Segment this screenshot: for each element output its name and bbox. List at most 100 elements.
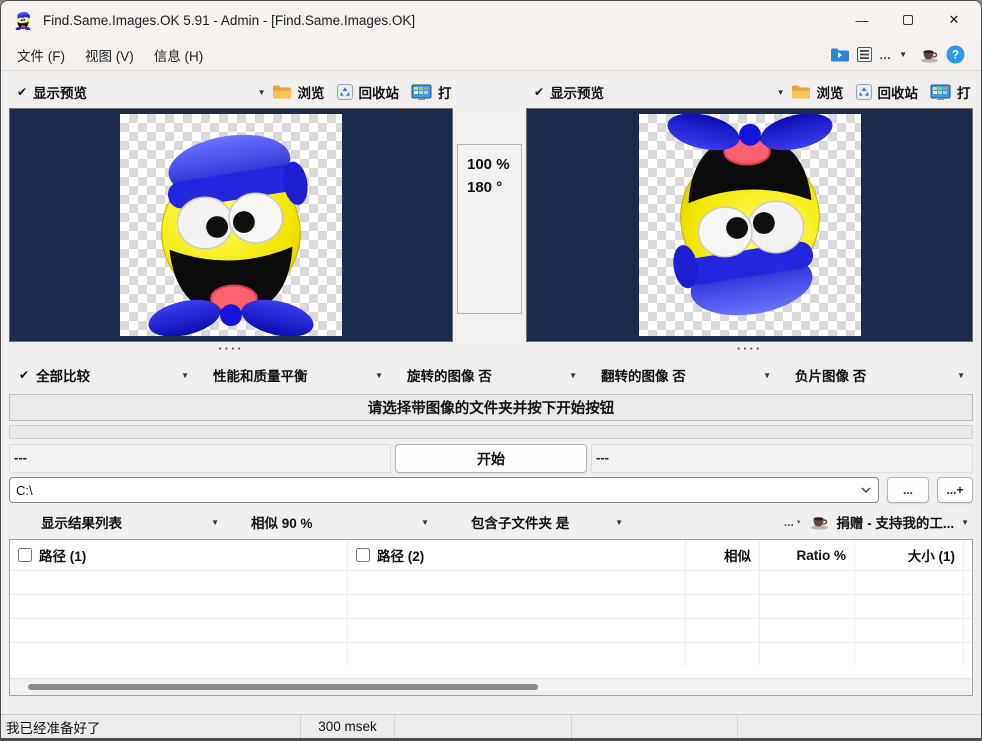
preview-panel-right[interactable] [526, 108, 973, 342]
list-icon[interactable] [857, 47, 872, 62]
menubar: 文件 (F) 视图 (V) 信息 (H) … ▼ ? [1, 39, 981, 71]
splitter-grip-left[interactable]: ···· [9, 342, 453, 359]
open-viewer-icon[interactable] [411, 84, 432, 101]
recycle-bin-icon[interactable] [337, 84, 353, 100]
check-icon[interactable]: ✔ [534, 85, 544, 99]
dropdown-flipped-images[interactable]: 翻转的图像 否 ▼ [591, 362, 779, 388]
zoom-value: 100 % [467, 153, 521, 176]
show-preview-right-dropdown-icon[interactable]: ▼ [777, 88, 785, 97]
recycle-bin-icon[interactable] [856, 84, 872, 100]
browse-right-button[interactable]: 浏览 [817, 82, 844, 102]
chevron-down-icon[interactable] [860, 486, 872, 494]
chevron-down-icon: ▼ [763, 371, 771, 380]
show-preview-left-dropdown-icon[interactable]: ▼ [258, 88, 266, 97]
more-label: ... [784, 515, 794, 529]
maximize-icon [903, 15, 913, 25]
select-all-path2-checkbox[interactable] [356, 548, 370, 562]
status-cell [572, 715, 738, 738]
table-body [10, 570, 972, 678]
add-path-button[interactable]: ...+ [937, 477, 973, 503]
path-combobox[interactable] [9, 477, 879, 503]
dropdown-negative-images[interactable]: 负片图像 否 ▼ [785, 362, 973, 388]
open-right-button[interactable]: 打 [957, 86, 971, 101]
close-button[interactable]: ✕ [931, 4, 977, 36]
statusbar: 我已经准备好了 300 msek [1, 714, 981, 738]
zoom-rotation-panel: 100 % 180 ° [457, 144, 522, 314]
header-path1[interactable]: 路径 (1) [10, 540, 348, 570]
open-left-button[interactable]: 打 [438, 86, 452, 101]
dropdown-rotated-images[interactable]: 旋转的图像 否 ▼ [397, 362, 585, 388]
help-icon[interactable]: ? [946, 45, 965, 64]
chevron-down-icon: ▼ [211, 518, 219, 527]
header-ratio[interactable]: Ratio % [760, 540, 855, 570]
dropdown-compare-all[interactable]: ✔ 全部比较 ▼ [9, 362, 197, 388]
header-label: 路径 (2) [377, 545, 424, 565]
folder-open-icon[interactable] [830, 47, 850, 63]
show-preview-right-label[interactable]: 显示预览 [550, 82, 604, 102]
start-button[interactable]: 开始 [395, 444, 587, 473]
browse-folder-icon[interactable] [791, 84, 811, 100]
dropdown-label: 全部比较 [36, 365, 90, 385]
compare-options-row: ✔ 全部比较 ▼ 性能和质量平衡 ▼ 旋转的图像 否 ▼ 翻转的图像 否 ▼ 负… [9, 359, 973, 391]
recycle-bin-left-button[interactable]: 回收站 [359, 82, 400, 102]
main-content: ✔ 显示预览 ▼ 浏览 回收站 打 ✔ 显示预览 [1, 71, 981, 714]
browse-left-button[interactable]: 浏览 [298, 82, 325, 102]
check-icon[interactable]: ✔ [17, 85, 27, 99]
recycle-bin-right-button[interactable]: 回收站 [878, 82, 919, 102]
message-bar: 请选择带图像的文件夹并按下开始按钮 [9, 394, 973, 421]
chevron-down-icon[interactable]: ▼ [899, 50, 907, 59]
scrollbar-thumb[interactable] [28, 684, 538, 690]
menu-file[interactable]: 文件 (F) [7, 41, 75, 69]
header-size1[interactable]: 大小 (1) [855, 540, 964, 570]
dropdown-quality-balance[interactable]: 性能和质量平衡 ▼ [203, 362, 391, 388]
table-header: 路径 (1) 路径 (2) 相似 Ratio % 大小 (1) [10, 540, 972, 570]
table-row [10, 594, 972, 618]
chevron-down-icon: ▼ [375, 371, 383, 380]
right-preview-toolbar: ✔ 显示预览 ▼ 浏览 回收站 打 [526, 76, 973, 108]
result-options-row: 显示结果列表 ▼ 相似 90 % ▼ 包含子文件夹 是 ▼ ... ▾ 捐赠 -… [9, 507, 973, 537]
app-icon [13, 10, 33, 30]
header-similar[interactable]: 相似 [686, 540, 760, 570]
left-path-status-field: --- [9, 444, 391, 473]
chevron-down-icon: ▼ [181, 371, 189, 380]
browse-folder-icon[interactable] [272, 84, 292, 100]
menu-view[interactable]: 视图 (V) [75, 41, 144, 69]
titlebar: Find.Same.Images.OK 5.91 - Admin - [Find… [1, 1, 981, 39]
rotation-value: 180 ° [467, 176, 521, 199]
table-row [10, 570, 972, 594]
preview-image-right [639, 114, 861, 336]
header-label: 路径 (1) [39, 545, 86, 565]
table-row [10, 642, 972, 666]
open-viewer-icon[interactable] [930, 84, 951, 101]
donate-dropdown[interactable]: 捐赠 - 支持我的工... ▼ [810, 512, 973, 532]
path-input[interactable] [16, 483, 860, 498]
maximize-button[interactable] [885, 4, 931, 36]
dropdown-show-results[interactable]: 显示结果列表 ▼ [31, 509, 227, 535]
chevron-down-icon: ▼ [961, 518, 969, 527]
action-row: --- 开始 --- [9, 444, 973, 473]
menu-info[interactable]: 信息 (H) [144, 41, 214, 69]
header-path2[interactable]: 路径 (2) [348, 540, 686, 570]
chevron-down-icon: ▼ [421, 518, 429, 527]
horizontal-scrollbar[interactable] [10, 678, 972, 695]
splitter-row: ···· ···· [9, 342, 973, 359]
more-options-dropdown[interactable]: ... ▾ [784, 515, 801, 529]
preview-panel-left[interactable] [9, 108, 453, 342]
show-preview-left-label[interactable]: 显示预览 [33, 82, 87, 102]
status-cell [395, 715, 572, 738]
splitter-grip-right[interactable]: ···· [526, 342, 973, 359]
preview-image-left [120, 114, 342, 336]
browse-path-button[interactable]: ... [887, 477, 929, 503]
minimize-button[interactable]: — [839, 4, 885, 36]
dropdown-label: 包含子文件夹 是 [471, 512, 569, 532]
dropdown-label: 旋转的图像 否 [407, 365, 492, 385]
dropdown-similarity[interactable]: 相似 90 % ▼ [241, 509, 437, 535]
select-all-path1-checkbox[interactable] [18, 548, 32, 562]
dropdown-label: 翻转的图像 否 [601, 365, 686, 385]
header-label: 大小 (1) [908, 545, 955, 565]
dropdown-label: 显示结果列表 [41, 512, 122, 532]
coffee-icon[interactable] [920, 47, 939, 63]
status-time: 300 msek [301, 715, 395, 738]
center-strip: 100 % 180 ° [453, 108, 526, 342]
dropdown-subfolders[interactable]: 包含子文件夹 是 ▼ [461, 509, 631, 535]
